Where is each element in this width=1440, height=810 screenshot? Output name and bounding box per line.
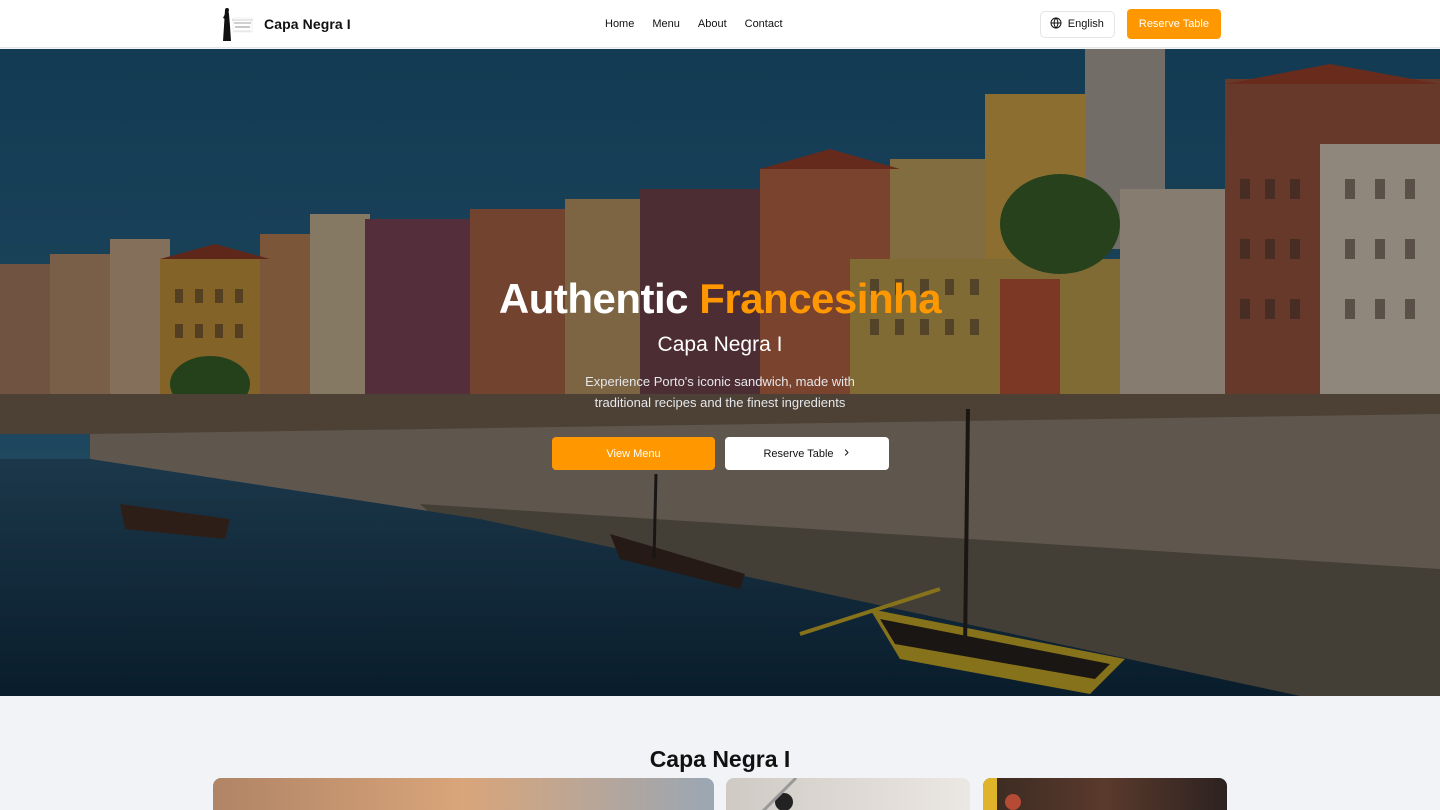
hero-title-accent: Francesinha — [699, 275, 942, 322]
hero-title-part1: Authentic — [498, 275, 689, 322]
chevron-right-icon — [842, 448, 851, 460]
brand-name: Capa Negra I — [264, 16, 351, 32]
view-menu-button[interactable]: View Menu — [552, 437, 715, 470]
language-label: English — [1067, 18, 1104, 30]
capa-negra-logo-icon — [220, 6, 255, 42]
hero-subtitle: Capa Negra I — [657, 333, 783, 356]
hero-section: Authentic Francesinha Capa Negra I Exper… — [0, 49, 1440, 696]
nav-contact[interactable]: Contact — [745, 18, 783, 30]
hero-reserve-table-button[interactable]: Reserve Table — [725, 437, 889, 470]
section-title: Capa Negra I — [649, 746, 791, 772]
gallery-card-1[interactable] — [213, 778, 714, 810]
main-nav: Home Menu About Contact — [605, 0, 783, 48]
globe-icon — [1050, 16, 1062, 32]
site-header: Capa Negra I Home Menu About Contact Eng… — [0, 0, 1440, 48]
header-inner: Capa Negra I Home Menu About Contact Eng… — [220, 0, 1221, 48]
hero-content: Authentic Francesinha Capa Negra I Exper… — [0, 49, 1440, 696]
header-reserve-table-button[interactable]: Reserve Table — [1126, 9, 1221, 39]
hero-buttons: View Menu Reserve Table — [552, 437, 889, 470]
gallery-card-3[interactable] — [983, 778, 1227, 810]
header-actions: English Reserve Table — [1039, 9, 1221, 39]
hero-reserve-label: Reserve Table — [763, 447, 834, 460]
restaurant-section: Capa Negra I — [0, 696, 1440, 810]
hero-title: Authentic Francesinha — [0, 275, 1440, 323]
gallery-card-2[interactable] — [726, 778, 970, 810]
nav-about[interactable]: About — [698, 18, 727, 30]
brand[interactable]: Capa Negra I — [220, 6, 351, 42]
hero-description: Experience Porto's iconic sandwich, made… — [585, 374, 855, 410]
nav-menu[interactable]: Menu — [652, 18, 680, 30]
language-selector-button[interactable]: English — [1039, 10, 1115, 38]
nav-home[interactable]: Home — [605, 18, 634, 30]
